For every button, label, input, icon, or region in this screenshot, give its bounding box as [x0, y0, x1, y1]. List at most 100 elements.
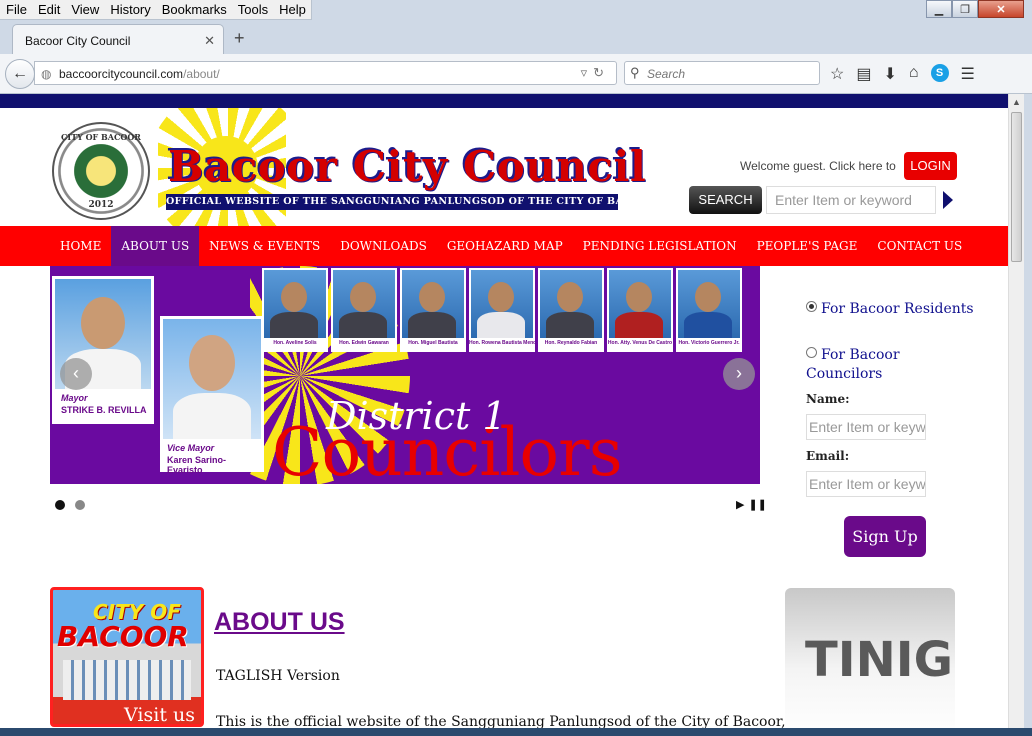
- close-window-button[interactable]: ✕: [978, 0, 1024, 18]
- download-icon[interactable]: ⬇: [883, 64, 896, 84]
- councilor-photo: Hon. Rowena Bautista Mendiola: [469, 268, 535, 352]
- vice-mayor-photo: Vice Mayor Karen Sarino-Evaristo: [160, 316, 264, 475]
- globe-icon: ◍: [41, 67, 52, 81]
- navigation-toolbar: ◍ baccoorcitycouncil.com/about/ ▿↻ ← ⚲ S…: [0, 54, 1032, 94]
- scrollbar-thumb[interactable]: [1011, 112, 1022, 262]
- search-icon: ⚲: [630, 65, 640, 80]
- sign-up-button[interactable]: Sign Up: [844, 516, 926, 557]
- site-search-input[interactable]: Enter Item or keyword: [766, 186, 936, 214]
- councilor-photo: Hon. Miguel Bautista: [400, 268, 466, 352]
- welcome-text: Welcome guest. Click here to: [740, 159, 896, 173]
- toolbar-icons: ☆ ▤ ⬇ ⌂ S ☰: [830, 64, 975, 84]
- councilor-photo: Hon. Victorio Guerrero Jr.: [676, 268, 742, 352]
- skype-icon[interactable]: S: [930, 64, 949, 82]
- councilor-photo: Hon. Atty. Venus De Castro: [607, 268, 673, 352]
- mayor-role: Mayor: [61, 393, 88, 403]
- hamburger-menu-icon[interactable]: ☰: [961, 64, 975, 84]
- radio-councilors[interactable]: For Bacoor Councilors: [806, 346, 916, 384]
- nav-geohazard-map[interactable]: GEOHAZARD MAP: [437, 226, 573, 266]
- city-hall-graphic: [63, 660, 191, 700]
- main-navigation: HOME ABOUT US NEWS & EVENTS DOWNLOADS GE…: [0, 226, 1008, 266]
- slider-dot-2[interactable]: [75, 500, 85, 510]
- slider-prev-button[interactable]: ‹: [60, 358, 92, 390]
- page-title: ABOUT US: [214, 608, 345, 636]
- search-go-arrow-icon[interactable]: [943, 191, 953, 209]
- councilor-photo: Hon. Aveline Solis: [262, 268, 328, 352]
- slide-heading: District 1: [326, 394, 507, 438]
- menu-edit[interactable]: Edit: [32, 0, 65, 19]
- new-tab-icon[interactable]: +: [234, 28, 245, 49]
- radio-residents[interactable]: For Bacoor Residents: [806, 300, 974, 319]
- nav-news-events[interactable]: NEWS & EVENTS: [199, 226, 330, 266]
- seal-year-text: 2012: [88, 200, 114, 210]
- menu-bookmarks[interactable]: Bookmarks: [156, 0, 232, 19]
- browser-tab[interactable]: Bacoor City Council ✕: [12, 24, 224, 54]
- hero-slider[interactable]: Mayor STRIKE B. REVILLA Vice Mayor Karen…: [50, 266, 760, 484]
- nav-pending-legislation[interactable]: PENDING LEGISLATION: [573, 226, 747, 266]
- home-icon[interactable]: ⌂: [909, 64, 919, 84]
- window-edge: [1024, 94, 1032, 736]
- radio-residents-label: For Bacoor Residents: [821, 301, 974, 317]
- play-icon[interactable]: ▶: [736, 498, 744, 511]
- banner-bacoor-text: BACOOR: [57, 620, 189, 653]
- menu-history[interactable]: History: [104, 0, 155, 19]
- email-input[interactable]: Enter Item or keyword: [806, 471, 926, 497]
- top-stripe: [0, 94, 1008, 108]
- bookmark-star-icon[interactable]: ☆: [830, 64, 844, 84]
- maximize-button[interactable]: ❐: [952, 0, 978, 18]
- close-tab-icon[interactable]: ✕: [204, 33, 215, 49]
- banner-visit-text: Visit us: [124, 704, 195, 726]
- taglish-version-label: TAGLISH Version: [216, 668, 340, 684]
- city-seal-logo[interactable]: CITY OF BACOOR 2012: [52, 122, 150, 220]
- councilor-photo: Hon. Edwin Gawaran: [331, 268, 397, 352]
- vice-mayor-name: Karen Sarino-Evaristo: [167, 455, 227, 475]
- nav-about-us[interactable]: ABOUT US: [111, 226, 200, 266]
- slider-next-button[interactable]: ›: [723, 358, 755, 390]
- seal-top-text: CITY OF BACOOR: [61, 132, 141, 142]
- back-arrow-icon: ←: [12, 65, 28, 82]
- tinig-banner[interactable]: TINIG: [785, 588, 955, 736]
- vertical-scrollbar[interactable]: ▲: [1008, 94, 1024, 736]
- radio-residents-icon[interactable]: [806, 301, 817, 312]
- url-bar[interactable]: ◍ baccoorcitycouncil.com/about/ ▿↻: [34, 61, 617, 85]
- slider-controls: ▶ ❚❚: [736, 498, 767, 511]
- name-input[interactable]: Enter Item or keyword: [806, 414, 926, 440]
- name-label: Name:: [806, 392, 850, 406]
- menu-tools[interactable]: Tools: [232, 0, 273, 19]
- radio-councilors-label: For Bacoor Councilors: [806, 347, 900, 382]
- menu-bar: File Edit View History Bookmarks Tools H…: [0, 0, 1032, 20]
- slider-dot-1[interactable]: [55, 500, 65, 510]
- tinig-text: TINIG: [805, 632, 954, 688]
- site-title[interactable]: Bacoor City Council: [168, 142, 646, 191]
- login-button[interactable]: LOGIN: [904, 152, 957, 180]
- nav-peoples-page[interactable]: PEOPLE'S PAGE: [747, 226, 868, 266]
- councilor-photos: Hon. Aveline Solis Hon. Edwin Gawaran Ho…: [262, 268, 742, 352]
- site-search-button[interactable]: SEARCH: [689, 186, 762, 214]
- url-dropdown-reload-icons[interactable]: ▿↻: [581, 65, 610, 81]
- menu-help[interactable]: Help: [273, 0, 311, 19]
- back-button[interactable]: ←: [5, 59, 35, 89]
- email-label: Email:: [806, 449, 850, 463]
- menu-items: File Edit View History Bookmarks Tools H…: [0, 0, 312, 20]
- nav-contact-us[interactable]: CONTACT US: [867, 226, 972, 266]
- window-controls: ▁ ❐ ✕: [926, 0, 1024, 18]
- url-host: baccoorcitycouncil.com: [59, 67, 184, 81]
- mayor-photo: Mayor STRIKE B. REVILLA: [52, 276, 154, 424]
- url-path: /about/: [183, 67, 220, 81]
- tab-title: Bacoor City Council: [25, 34, 131, 48]
- site-subtitle: OFFICIAL WEBSITE OF THE SANGGUNIANG PANL…: [166, 194, 618, 210]
- tab-strip: Bacoor City Council ✕ +: [0, 20, 1032, 54]
- browser-search-box[interactable]: ⚲ Search: [624, 61, 820, 85]
- reading-list-icon[interactable]: ▤: [856, 64, 871, 84]
- web-page: CITY OF BACOOR 2012 Bacoor City Council …: [0, 94, 1008, 736]
- radio-councilors-icon[interactable]: [806, 347, 817, 358]
- pause-icon[interactable]: ❚❚: [748, 498, 766, 511]
- nav-downloads[interactable]: DOWNLOADS: [330, 226, 437, 266]
- minimize-button[interactable]: ▁: [926, 0, 952, 18]
- city-of-bacoor-banner[interactable]: CITY OF BACOOR Visit us: [50, 587, 204, 727]
- menu-view[interactable]: View: [65, 0, 104, 19]
- menu-file[interactable]: File: [0, 0, 32, 19]
- scroll-up-icon[interactable]: ▲: [1012, 97, 1021, 107]
- nav-home[interactable]: HOME: [50, 226, 111, 266]
- vice-mayor-role: Vice Mayor: [167, 443, 215, 453]
